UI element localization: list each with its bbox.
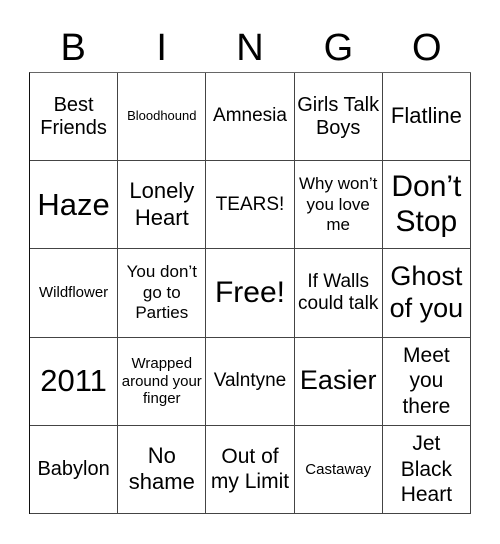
header-letter-n: N: [236, 27, 264, 69]
bingo-cell[interactable]: Castaway: [294, 425, 383, 514]
bingo-cell[interactable]: TEARS!: [206, 161, 295, 250]
bingo-cell[interactable]: Easier: [294, 337, 383, 426]
bingo-cell[interactable]: Bloodhound: [118, 73, 207, 162]
free-space-cell[interactable]: Free!: [206, 249, 295, 338]
bingo-cell[interactable]: If Walls could talk: [294, 249, 383, 338]
bingo-cell[interactable]: Wrapped around your finger: [118, 337, 207, 426]
bingo-cell[interactable]: Best Friends: [30, 73, 119, 162]
bingo-cell[interactable]: You don’t go to Parties: [118, 249, 207, 338]
bingo-cell[interactable]: Don’t Stop: [382, 161, 471, 250]
bingo-cell[interactable]: 2011: [30, 337, 119, 426]
bingo-cell[interactable]: Amnesia: [206, 73, 295, 162]
bingo-cell[interactable]: No shame: [118, 425, 207, 514]
header-letter-o: O: [412, 27, 442, 69]
bingo-cell[interactable]: Ghost of you: [382, 249, 471, 338]
bingo-cell[interactable]: Wildflower: [30, 249, 119, 338]
bingo-cell[interactable]: Out of my Limit: [206, 425, 295, 514]
bingo-cell[interactable]: Haze: [30, 161, 119, 250]
bingo-cell[interactable]: Babylon: [30, 425, 119, 514]
bingo-cell[interactable]: Girls Talk Boys: [294, 73, 383, 162]
bingo-card-grid: Best Friends Bloodhound Amnesia Girls Ta…: [29, 72, 471, 514]
bingo-cell[interactable]: Flatline: [382, 73, 471, 162]
bingo-cell[interactable]: Lonely Heart: [118, 161, 207, 250]
bingo-cell[interactable]: Jet Black Heart: [382, 425, 471, 514]
bingo-cell[interactable]: Valntyne: [206, 337, 295, 426]
bingo-header: B I N G O: [29, 25, 471, 72]
header-letter-b: B: [60, 27, 86, 69]
bingo-cell[interactable]: Why won’t you love me: [294, 161, 383, 250]
header-letter-g: G: [323, 27, 354, 69]
bingo-cell[interactable]: Meet you there: [382, 337, 471, 426]
header-letter-i: I: [156, 27, 167, 69]
